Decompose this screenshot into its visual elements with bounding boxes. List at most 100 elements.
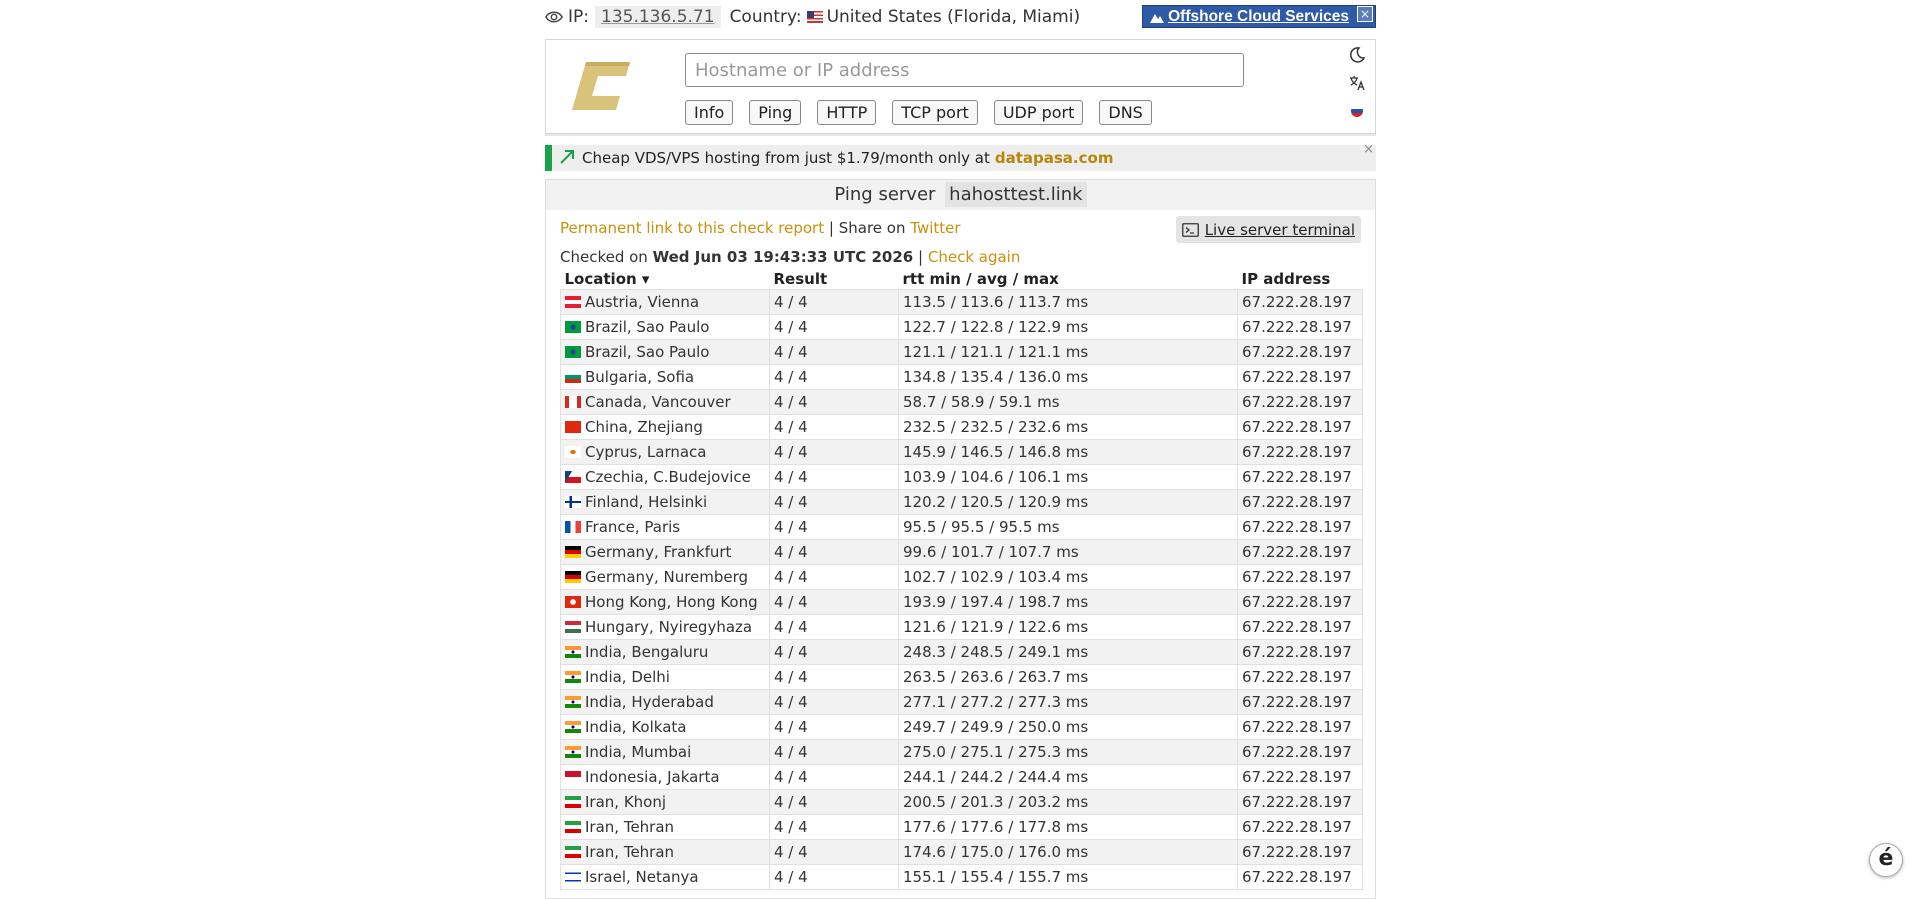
location-text: Germany, Nuremberg	[585, 568, 749, 586]
location-cell: Bulgaria, Sofia	[560, 364, 770, 390]
ad-close-button[interactable]: ×	[1363, 142, 1374, 157]
column-location[interactable]: Location ▾	[561, 269, 770, 290]
result-cell: 4 / 4	[769, 864, 899, 890]
rtt-cell: 145.9 / 146.5 / 146.8 ms	[898, 439, 1238, 465]
ip-cell: 67.222.28.197	[1237, 764, 1363, 790]
ip-cell: 67.222.28.197	[1237, 514, 1363, 540]
location-cell: Finland, Helsinki	[560, 489, 770, 515]
location-cell: India, Kolkata	[560, 714, 770, 740]
ip-cell: 67.222.28.197	[1237, 864, 1363, 890]
location-text: Austria, Vienna	[585, 293, 700, 311]
http-button[interactable]: HTTP	[817, 100, 877, 125]
location-text: India, Mumbai	[585, 743, 692, 761]
result-cell: 4 / 4	[769, 314, 899, 340]
rtt-cell: 200.5 / 201.3 / 203.2 ms	[898, 789, 1238, 815]
table-row: Brazil, Sao Paulo 4 / 4 121.1 / 121.1 / 12…	[560, 339, 1363, 365]
rtt-cell: 121.6 / 121.9 / 122.6 ms	[898, 614, 1238, 640]
ip-cell: 67.222.28.197	[1237, 339, 1363, 365]
ip-label: IP:	[568, 7, 589, 27]
offshore-link[interactable]: Offshore Cloud Services	[1168, 8, 1349, 26]
location-cell: Czechia, C.Budejovice	[560, 464, 770, 490]
udp-port-button[interactable]: UDP port	[993, 100, 1084, 125]
ping-button[interactable]: Ping	[749, 100, 802, 125]
russian-flag-icon[interactable]	[1345, 102, 1369, 130]
accessibility-button[interactable]: é	[1869, 843, 1903, 877]
rtt-cell: 99.6 / 101.7 / 107.7 ms	[898, 539, 1238, 565]
translate-icon[interactable]	[1345, 74, 1369, 102]
title-prefix: Ping server	[834, 184, 936, 205]
us-flag-icon	[806, 11, 823, 23]
location-text: China, Zhejiang	[585, 418, 703, 436]
table-row: India, Bengaluru 4 / 4 248.3 / 248.5 / 249…	[560, 639, 1363, 665]
table-row: Iran, Tehran 4 / 4 174.6 / 175.0 / 176.0 m…	[560, 839, 1363, 865]
dns-button[interactable]: DNS	[1099, 100, 1152, 125]
ip-cell: 67.222.28.197	[1237, 464, 1363, 490]
search-input[interactable]: Hostname or IP address	[685, 53, 1244, 87]
ip-cell: 67.222.28.197	[1237, 789, 1363, 815]
offshore-close-button[interactable]: ×	[1357, 6, 1373, 22]
moon-icon[interactable]	[1345, 46, 1369, 74]
ad-banner[interactable]: Cheap VDS/VPS hosting from just $1.79/mo…	[545, 142, 1376, 171]
rtt-cell: 244.1 / 244.2 / 244.4 ms	[898, 764, 1238, 790]
ad-brand-link[interactable]: datapasa.com	[995, 149, 1114, 167]
hk-flag-icon	[565, 596, 581, 608]
page-title: Ping server hahosttest.link	[546, 180, 1375, 210]
info-button[interactable]: Info	[685, 100, 734, 125]
ad-text: Cheap VDS/VPS hosting from just $1.79/mo…	[582, 149, 990, 167]
location-text: Iran, Khonj	[585, 793, 667, 811]
ip-cell: 67.222.28.197	[1237, 489, 1363, 515]
permalink-link[interactable]: Permanent link to this check report	[560, 219, 824, 237]
result-cell: 4 / 4	[769, 389, 899, 415]
table-row: India, Hyderabad 4 / 4 277.1 / 277.2 / 277…	[560, 689, 1363, 715]
results-body: Austria, Vienna 4 / 4 113.5 / 113.6 / 113.…	[560, 289, 1363, 890]
ip-value[interactable]: 135.136.5.71	[595, 6, 721, 28]
rtt-cell: 95.5 / 95.5 / 95.5 ms	[898, 514, 1238, 540]
location-cell: Iran, Khonj	[560, 789, 770, 815]
ip-cell: 67.222.28.197	[1237, 614, 1363, 640]
location-text: Finland, Helsinki	[585, 493, 708, 511]
table-row: Finland, Helsinki 4 / 4 120.2 / 120.5 / 12…	[560, 489, 1363, 515]
rtt-cell: 155.1 / 155.4 / 155.7 ms	[898, 864, 1238, 890]
rtt-cell: 174.6 / 175.0 / 176.0 ms	[898, 839, 1238, 865]
result-cell: 4 / 4	[769, 289, 899, 315]
location-cell: India, Hyderabad	[560, 689, 770, 715]
tcp-port-button[interactable]: TCP port	[892, 100, 978, 125]
table-row: China, Zhejiang 4 / 4 232.5 / 232.5 / 232.…	[560, 414, 1363, 440]
site-logo[interactable]	[572, 58, 634, 116]
in-flag-icon	[565, 696, 581, 708]
br-flag-icon	[565, 321, 581, 333]
result-cell: 4 / 4	[769, 489, 899, 515]
location-text: Brazil, Sao Paulo	[585, 318, 710, 336]
result-cell: 4 / 4	[769, 564, 899, 590]
result-cell: 4 / 4	[769, 464, 899, 490]
rtt-cell: 193.9 / 197.4 / 198.7 ms	[898, 589, 1238, 615]
table-header-row: Location ▾ Result rtt min / avg / max IP…	[561, 269, 1363, 290]
ip-cell: 67.222.28.197	[1237, 364, 1363, 390]
location-cell: Indonesia, Jakarta	[560, 764, 770, 790]
live-terminal-button[interactable]: Live server terminal	[1175, 216, 1361, 243]
ip-cell: 67.222.28.197	[1237, 664, 1363, 690]
result-cell: 4 / 4	[769, 439, 899, 465]
location-text: India, Bengaluru	[585, 643, 709, 661]
result-cell: 4 / 4	[769, 514, 899, 540]
ir-flag-icon	[565, 821, 581, 833]
result-cell: 4 / 4	[769, 339, 899, 365]
country-label: Country:	[729, 7, 802, 27]
check-again-link[interactable]: Check again	[928, 248, 1021, 266]
location-cell: India, Mumbai	[560, 739, 770, 765]
location-text: Hong Kong, Hong Kong	[585, 593, 758, 611]
result-cell: 4 / 4	[769, 714, 899, 740]
location-cell: Brazil, Sao Paulo	[560, 339, 770, 365]
twitter-link[interactable]: Twitter	[910, 219, 960, 237]
location-text: France, Paris	[585, 518, 681, 536]
table-row: Germany, Frankfurt 4 / 4 99.6 / 101.7 / 10…	[560, 539, 1363, 565]
cy-flag-icon	[565, 446, 581, 458]
location-text: India, Delhi	[585, 668, 670, 686]
location-cell: Iran, Tehran	[560, 814, 770, 840]
checked-line: Checked on Wed Jun 03 19:43:33 UTC 2026 …	[560, 248, 1020, 266]
result-cell: 4 / 4	[769, 614, 899, 640]
result-cell: 4 / 4	[769, 764, 899, 790]
table-row: France, Paris 4 / 4 95.5 / 95.5 / 95.5 ms 6…	[560, 514, 1363, 540]
il-flag-icon	[565, 871, 581, 883]
rtt-cell: 263.5 / 263.6 / 263.7 ms	[898, 664, 1238, 690]
